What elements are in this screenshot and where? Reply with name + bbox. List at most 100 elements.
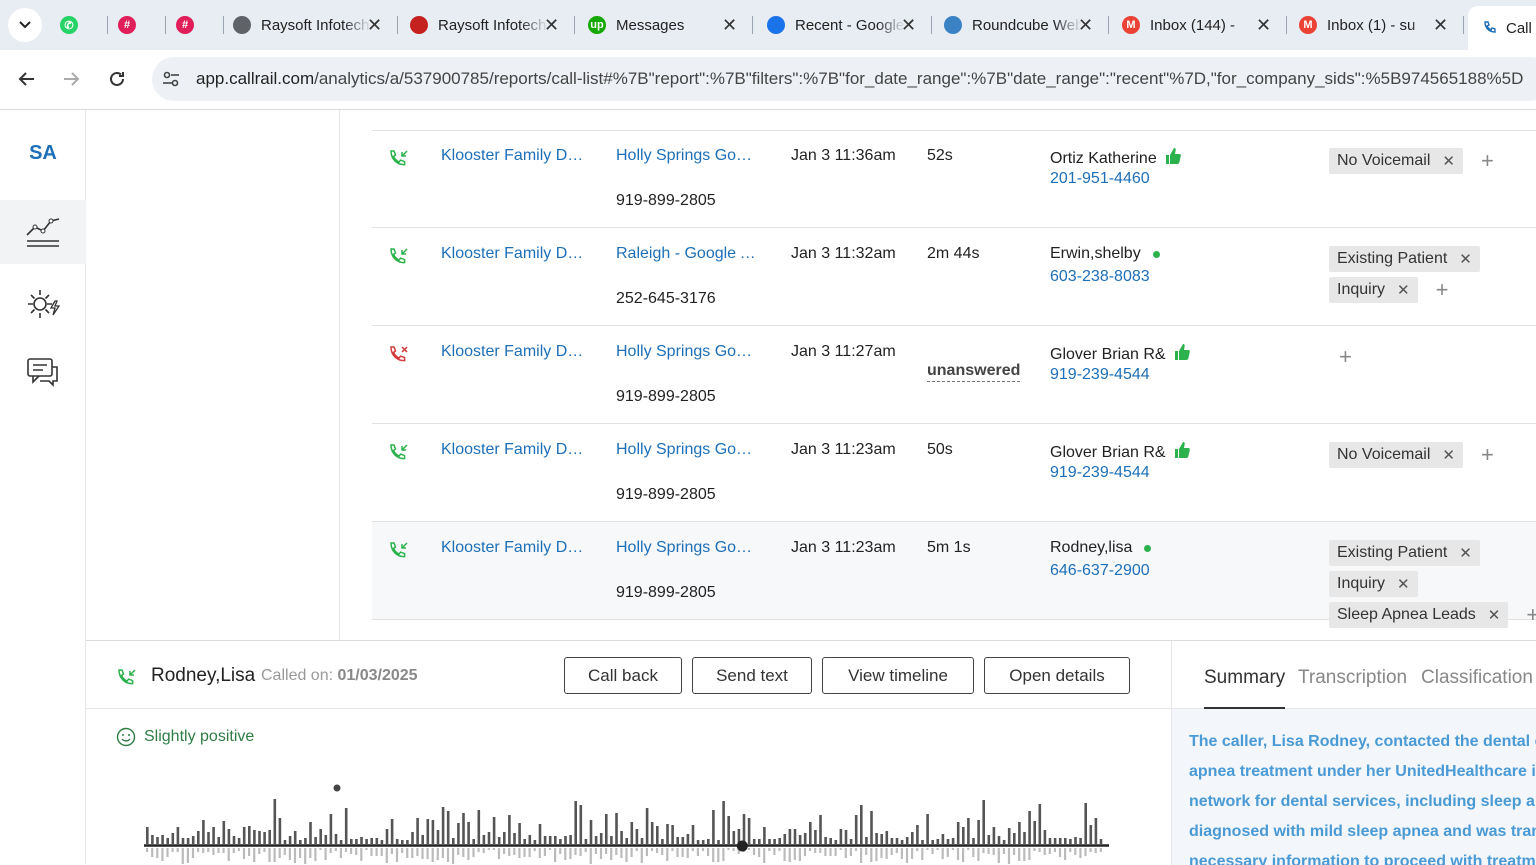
remove-tag-icon[interactable]: ✕	[1459, 250, 1472, 268]
waveform-bar-caller	[324, 848, 327, 860]
open-details-button[interactable]: Open details	[984, 657, 1130, 694]
address-bar[interactable]: app.callrail.com/analytics/a/537900785/r…	[152, 57, 1536, 101]
tab-favicon-icon: up	[588, 16, 606, 34]
browser-tab[interactable]: Raysoft Infotech ✕	[233, 6, 382, 44]
browser-tab[interactable]: up Messages ✕	[588, 6, 737, 44]
waveform-bar-caller	[176, 848, 179, 852]
call-duration: 50s	[927, 441, 953, 458]
remove-tag-icon[interactable]: ✕	[1459, 544, 1472, 562]
forward-button[interactable]	[54, 62, 88, 96]
browser-tab[interactable]: Roundcube Webmail✕	[944, 6, 1093, 44]
waveform-bar-speaker	[1038, 804, 1042, 844]
call-row[interactable]: Klooster Family Dentistry Holly Springs G…	[372, 424, 1536, 522]
close-tab-icon[interactable]: ✕	[901, 15, 916, 36]
browser-tab[interactable]: #	[176, 6, 204, 44]
waveform-bar-speaker	[625, 838, 628, 844]
waveform-bar-speaker	[824, 837, 827, 844]
nav-analytics[interactable]	[0, 200, 86, 264]
active-tab[interactable]: Call	[1468, 6, 1536, 50]
caller-phone-link[interactable]: 201-951-4460	[1050, 170, 1150, 188]
waveform-bar-speaker	[171, 833, 175, 844]
caller-phone-link[interactable]: 603-238-8083	[1050, 268, 1150, 286]
waveform-bar-caller	[589, 848, 592, 864]
source-link[interactable]: Holly Springs Google	[616, 441, 758, 459]
remove-tag-icon[interactable]: ✕	[1442, 152, 1455, 170]
browser-tab[interactable]: Recent - Google Drive✕	[767, 6, 916, 44]
waveform-bar-caller	[146, 848, 149, 852]
remove-tag-icon[interactable]: ✕	[1397, 281, 1410, 299]
playhead-handle[interactable]	[736, 840, 748, 852]
waveform-bar-speaker	[1018, 822, 1021, 844]
waveform-bar-caller	[181, 848, 184, 864]
waveform-bar-speaker	[146, 827, 149, 844]
tab-transcription[interactable]: Transcription	[1298, 667, 1407, 689]
caller-name: Rodney,Lisa	[151, 665, 256, 686]
waveform-bar-caller	[385, 848, 388, 863]
waveform-bar-speaker	[161, 835, 164, 844]
close-tab-icon[interactable]: ✕	[1078, 15, 1093, 36]
company-link[interactable]: Klooster Family Dentistry	[441, 147, 591, 165]
add-tag-icon[interactable]: +	[1481, 442, 1494, 468]
waveform-bar-speaker	[278, 818, 282, 844]
add-tag-icon[interactable]: +	[1436, 277, 1449, 303]
nav-conversations[interactable]	[0, 340, 86, 404]
call-row[interactable]: Klooster Family Dentistry Holly Springs G…	[372, 326, 1536, 424]
site-info-button[interactable]	[162, 70, 180, 93]
waveform-bar-caller	[375, 848, 378, 856]
answered-call-icon	[116, 667, 138, 694]
browser-tab[interactable]: M Inbox (144) - ✕	[1122, 6, 1271, 44]
close-tab-icon[interactable]: ✕	[367, 15, 382, 36]
tab-classification[interactable]: Classification	[1421, 667, 1533, 689]
remove-tag-icon[interactable]: ✕	[1488, 606, 1501, 624]
waveform-bar-caller	[722, 848, 725, 861]
close-tab-icon[interactable]: ✕	[722, 15, 737, 36]
company-link[interactable]: Klooster Family Dentistry	[441, 539, 591, 557]
waveform-bar-speaker	[370, 838, 373, 844]
browser-tab[interactable]: Raysoft Infotech ✕	[410, 6, 559, 44]
caller-phone-link[interactable]: 919-239-4544	[1050, 464, 1150, 482]
tab-summary[interactable]: Summary	[1204, 667, 1286, 709]
remove-tag-icon[interactable]: ✕	[1397, 575, 1410, 593]
browser-tab[interactable]: #	[118, 6, 146, 44]
waveform-bar-caller	[431, 848, 434, 862]
source-link[interactable]: Raleigh - Google Ads	[616, 245, 758, 263]
add-tag-icon[interactable]: +	[1339, 344, 1352, 370]
browser-tab[interactable]: M Inbox (1) - su ✕	[1299, 6, 1448, 44]
send-text-button[interactable]: Send text	[692, 657, 812, 694]
waveform-bar-caller	[503, 848, 506, 854]
caller-phone-link[interactable]: 646-637-2900	[1050, 562, 1150, 580]
waveform-bar-caller	[946, 848, 949, 857]
waveform-marker[interactable]	[333, 784, 341, 792]
account-logo[interactable]: SA	[0, 142, 86, 165]
back-button[interactable]	[10, 62, 44, 96]
waveform-bar-caller	[263, 848, 266, 852]
audio-waveform[interactable]	[144, 781, 1114, 865]
tab-search-button[interactable]	[8, 8, 42, 42]
add-tag-icon[interactable]: +	[1481, 148, 1494, 174]
view-timeline-button[interactable]: View timeline	[822, 657, 974, 694]
close-tab-icon[interactable]: ✕	[1256, 15, 1271, 36]
call-row[interactable]: Klooster Family Dentistry Holly Springs G…	[372, 522, 1536, 628]
waveform-bar-speaker	[1099, 839, 1103, 844]
company-link[interactable]: Klooster Family Dentistry	[441, 343, 591, 361]
caller-phone-link[interactable]: 919-239-4544	[1050, 366, 1150, 384]
call-row[interactable]: Klooster Family Dentistry Holly Springs G…	[372, 130, 1536, 228]
waveform-bar-speaker	[844, 830, 848, 844]
source-link[interactable]: Holly Springs Google	[616, 343, 758, 361]
call-row[interactable]: Klooster Family Dentistry Raleigh - Googl…	[372, 228, 1536, 326]
waveform-bar-speaker	[355, 839, 358, 844]
close-tab-icon[interactable]: ✕	[544, 15, 559, 36]
company-link[interactable]: Klooster Family Dentistry	[441, 441, 591, 459]
waveform-bar-caller	[671, 848, 674, 851]
nav-settings[interactable]	[0, 272, 86, 336]
browser-tab[interactable]: ✆	[60, 6, 88, 44]
add-tag-icon[interactable]: +	[1526, 602, 1536, 628]
remove-tag-icon[interactable]: ✕	[1442, 446, 1455, 464]
call-back-button[interactable]: Call back	[564, 657, 682, 694]
source-link[interactable]: Holly Springs Google	[616, 147, 758, 165]
company-link[interactable]: Klooster Family Dentistry	[441, 245, 591, 263]
source-link[interactable]: Holly Springs Google	[616, 539, 758, 557]
phone-icon	[1484, 21, 1496, 33]
reload-button[interactable]	[100, 62, 134, 96]
close-tab-icon[interactable]: ✕	[1433, 15, 1448, 36]
